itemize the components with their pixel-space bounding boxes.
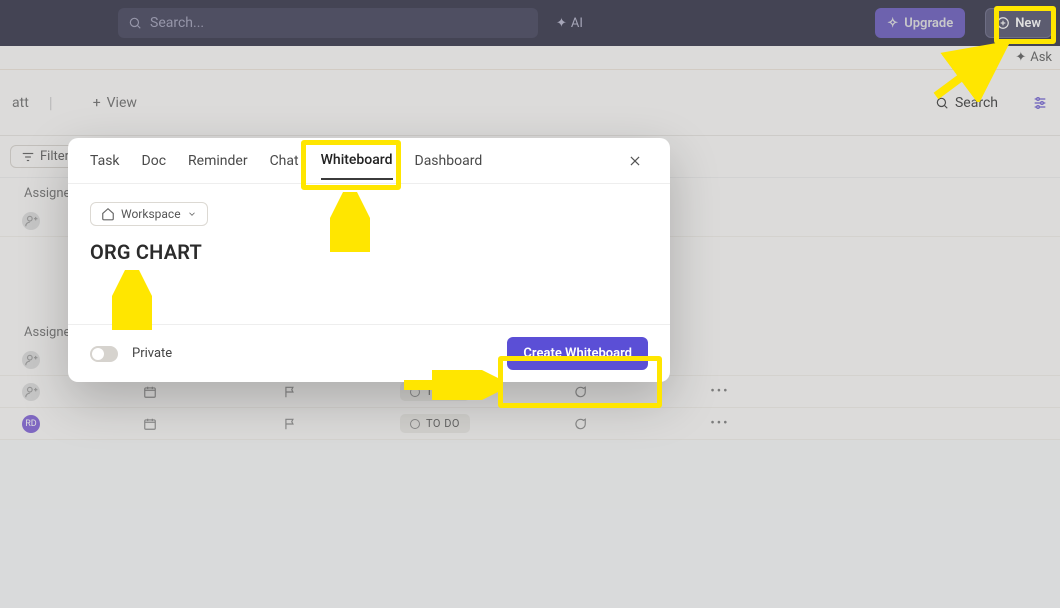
modal-footer: Private Create Whiteboard <box>68 324 670 382</box>
tab-doc[interactable]: Doc <box>142 143 167 179</box>
tab-whiteboard[interactable]: Whiteboard <box>321 142 393 180</box>
chevron-down-icon <box>187 209 197 219</box>
tab-dashboard[interactable]: Dashboard <box>415 143 483 179</box>
tab-task[interactable]: Task <box>90 143 120 179</box>
close-icon <box>628 154 642 168</box>
workspace-selector[interactable]: Workspace <box>90 202 208 226</box>
modal-tabs: Task Doc Reminder Chat Whiteboard Dashbo… <box>68 138 670 184</box>
tab-reminder[interactable]: Reminder <box>188 143 248 179</box>
modal-body: Workspace <box>68 184 670 324</box>
tab-chat[interactable]: Chat <box>270 143 299 179</box>
home-icon <box>101 207 115 221</box>
create-modal: Task Doc Reminder Chat Whiteboard Dashbo… <box>68 138 670 382</box>
create-whiteboard-button[interactable]: Create Whiteboard <box>507 337 648 370</box>
workspace-label: Workspace <box>121 207 181 221</box>
private-toggle[interactable] <box>90 346 118 362</box>
close-button[interactable] <box>622 148 648 174</box>
whiteboard-title-input[interactable] <box>90 240 648 264</box>
private-label: Private <box>132 346 172 361</box>
